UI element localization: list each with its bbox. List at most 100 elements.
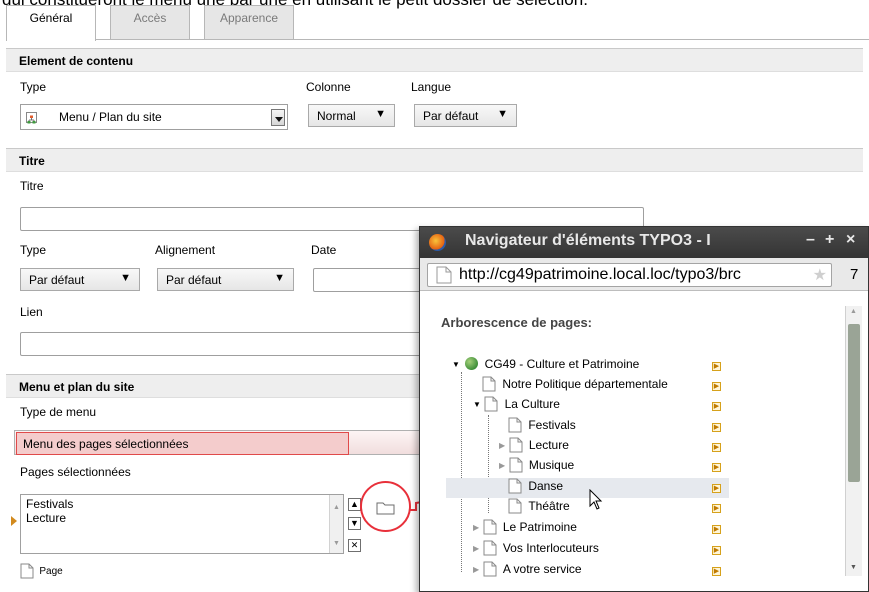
tree-item[interactable]: ▶ Le Patrimoine (473, 519, 577, 539)
header-type-label: Type (20, 243, 47, 257)
chevron-down-icon: ▼ (120, 272, 131, 284)
tab-apparence[interactable]: Apparence (204, 5, 294, 39)
url-extra: 7 (850, 266, 859, 283)
content-type-dropdown-button[interactable] (271, 109, 285, 126)
minimize-button[interactable]: – (806, 231, 815, 249)
alignement-value: Par défaut (166, 273, 222, 287)
scroll-down-icon: ▼ (333, 540, 340, 547)
titre-label: Titre (20, 179, 44, 193)
date-input[interactable] (313, 268, 428, 292)
address-bar-area: http://cg49patrimoine.local.loc/typo3/br… (420, 258, 868, 291)
expanded-arrow-icon: ▼ (473, 400, 481, 410)
highlight-circle (360, 481, 411, 532)
list-item[interactable]: Lecture (26, 511, 343, 525)
langue-label: Langue (411, 80, 452, 94)
tree-item[interactable]: ▶ Musique (499, 457, 574, 477)
insert-arrow-icon[interactable]: ▶ (712, 504, 721, 513)
tree-item[interactable]: Théâtre (508, 498, 570, 518)
bookmark-star-icon[interactable]: ★ (813, 265, 827, 285)
tree-item-label: Vos Interlocuteurs (502, 541, 599, 555)
lien-label: Lien (20, 305, 43, 319)
close-window-button[interactable]: × (846, 231, 855, 249)
tree-item[interactable]: ▶ Lecture (499, 437, 569, 457)
header-type-dropdown[interactable]: Par défaut ▼ (20, 268, 140, 291)
tree-item-label: Théâtre (528, 499, 570, 513)
tree-item-label: Musique (528, 458, 575, 472)
insert-arrow-icon[interactable]: ▶ (712, 443, 721, 452)
tree-item[interactable]: Notre Politique départementale (482, 376, 668, 396)
insert-arrow-icon[interactable]: ▶ (712, 546, 721, 555)
chevron-down-icon (275, 117, 283, 122)
section-heading-titre: Titre (6, 148, 863, 172)
page-link-label: Page (39, 565, 63, 577)
scrollbar-thumb[interactable] (848, 324, 860, 482)
insert-arrow-icon[interactable]: ▶ (712, 382, 721, 391)
close-icon: ✕ (350, 540, 359, 550)
tree-item-label: Festivals (528, 418, 576, 432)
globe-icon (465, 357, 479, 371)
move-down-button[interactable]: ▼ (348, 517, 361, 530)
url-field[interactable]: http://cg49patrimoine.local.loc/typo3/br… (427, 263, 832, 287)
chevron-down-icon: ▼ (497, 108, 508, 120)
window-titlebar[interactable]: Navigateur d'éléments TYPO3 - I – + × (420, 227, 868, 258)
tree-item-label: La Culture (504, 397, 560, 411)
page-icon (509, 437, 522, 453)
colonne-dropdown[interactable]: Normal ▼ (308, 104, 395, 127)
tree-item-root[interactable]: ▼ CG49 - Culture et Patrimoine (452, 356, 639, 376)
tab-general-label: Général (29, 11, 73, 25)
page-icon (508, 417, 522, 433)
tree-item[interactable]: ▶ Vos Interlocuteurs (473, 540, 599, 560)
tree-item[interactable]: ▶ A votre service (473, 561, 582, 577)
collapsed-arrow-icon: ▶ (473, 523, 480, 533)
pages-selected-label: Pages sélectionnées (20, 465, 131, 479)
tree-item-label: CG49 - Culture et Patrimoine (484, 356, 640, 371)
menu-type-select[interactable]: Menu des pages sélectionnées (14, 430, 431, 455)
insert-arrow-icon[interactable]: ▶ (712, 525, 721, 534)
header-type-value: Par défaut (29, 273, 85, 287)
tree-item-label: Notre Politique départementale (502, 377, 668, 391)
collapsed-arrow-icon: ▶ (473, 565, 480, 575)
insert-arrow-icon[interactable]: ▶ (712, 484, 721, 493)
lien-input[interactable] (20, 332, 430, 356)
maximize-button[interactable]: + (825, 231, 834, 249)
alignement-dropdown[interactable]: Par défaut ▼ (157, 268, 294, 291)
insert-arrow-icon[interactable]: ▶ (712, 423, 721, 432)
mouse-cursor-icon (589, 489, 603, 510)
chevron-down-icon: ▼ (375, 108, 386, 120)
tab-apparence-label: Apparence (219, 11, 279, 25)
tree-item-label: Danse (528, 479, 564, 493)
scroll-up-icon: ▲ (333, 504, 340, 511)
menu-type-value: Menu des pages sélectionnées (16, 432, 349, 455)
tree-item-danse[interactable]: Danse (446, 478, 729, 498)
tree-connector (461, 372, 462, 572)
insert-arrow-icon[interactable]: ▶ (712, 362, 721, 371)
section-heading-content: Element de contenu (6, 48, 863, 72)
list-scrollbar[interactable]: ▲ ▼ (329, 495, 343, 553)
menu-type-label: Type de menu (20, 405, 97, 419)
insert-arrow-icon[interactable]: ▶ (712, 402, 721, 411)
tab-acces[interactable]: Accès (110, 5, 190, 39)
menu-sitemap-icon (26, 112, 37, 124)
content-type-value: Menu / Plan du site (59, 110, 162, 124)
content-type-select[interactable]: Menu / Plan du site (20, 104, 288, 130)
selected-pages-list[interactable]: Festivals Lecture ▲ ▼ (20, 494, 344, 554)
page-icon (20, 563, 34, 579)
window-scrollbar[interactable]: ▲ ▼ (845, 306, 862, 576)
page-link-item[interactable]: Page (20, 563, 63, 581)
move-top-icon: ▲ (350, 499, 359, 509)
insert-arrow-icon[interactable]: ▶ (712, 567, 721, 576)
insert-arrow-icon[interactable]: ▶ (712, 463, 721, 472)
langue-dropdown[interactable]: Par défaut ▼ (414, 104, 517, 127)
page-icon (508, 478, 522, 494)
page-icon (483, 540, 496, 556)
move-down-icon: ▼ (350, 518, 359, 528)
tab-general[interactable]: Général (6, 5, 96, 41)
page-icon (484, 396, 498, 412)
remove-button[interactable]: ✕ (348, 539, 361, 552)
tree-connector (488, 415, 489, 513)
date-label: Date (311, 243, 337, 257)
tree-item[interactable]: Festivals (508, 417, 576, 437)
tree-item[interactable]: ▼ La Culture (473, 396, 560, 416)
list-item[interactable]: Festivals (26, 497, 343, 511)
tab-acces-label: Accès (133, 11, 167, 25)
